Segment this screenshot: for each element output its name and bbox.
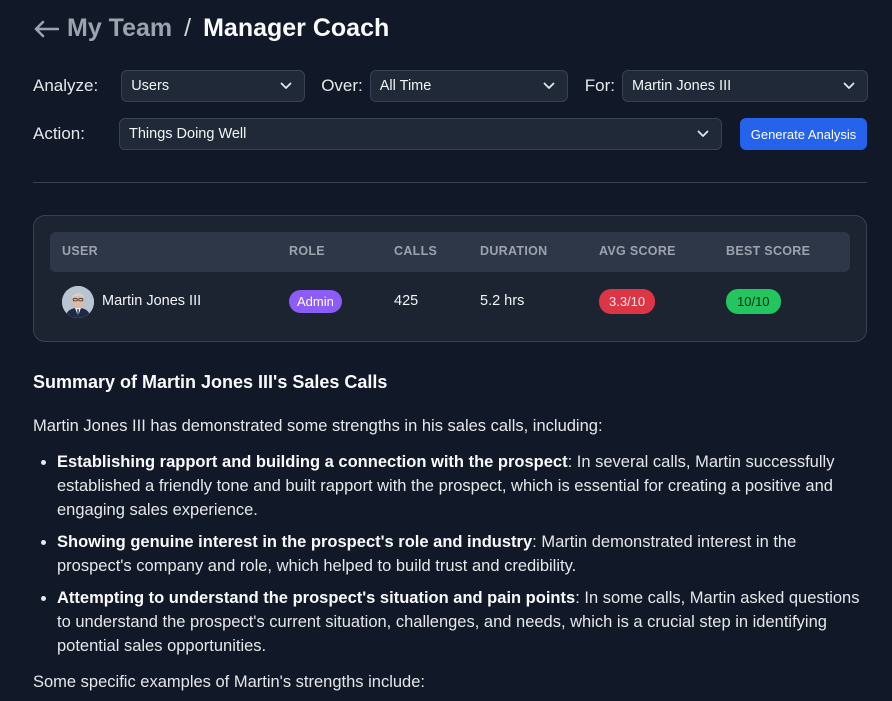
- chevron-down-icon: [843, 82, 855, 89]
- chevron-down-icon: [697, 130, 709, 137]
- summary-intro: Martin Jones III has demonstrated some s…: [33, 417, 603, 435]
- for-select-value: Martin Jones III: [632, 78, 732, 94]
- table-row[interactable]: Martin Jones III Admin 425 5.2 hrs 3.3/1…: [50, 282, 850, 322]
- role-badge: Admin: [289, 290, 342, 313]
- action-row: Action: Things Doing Well: [33, 118, 722, 150]
- avg-score-badge: 3.3/10: [599, 289, 656, 314]
- column-header-role: ROLE: [289, 244, 325, 258]
- for-select[interactable]: Martin Jones III: [622, 70, 868, 102]
- summary-outro: Some specific examples of Martin's stren…: [33, 673, 425, 691]
- action-label: Action:: [33, 124, 85, 143]
- action-select-value: Things Doing Well: [128, 126, 247, 142]
- list-item: Attempting to understand the prospect's …: [57, 586, 867, 658]
- duration-value: 5.2 hrs: [480, 293, 525, 309]
- column-header-user: USER: [62, 244, 98, 258]
- page-title: Manager Coach: [203, 14, 390, 42]
- column-header-calls: CALLS: [394, 244, 438, 258]
- analyze-select-value: Users: [131, 78, 170, 94]
- analyze-select[interactable]: Users: [121, 70, 306, 102]
- user-name: Martin Jones III: [102, 293, 202, 309]
- generate-analysis-button[interactable]: Generate Analysis: [740, 118, 867, 150]
- list-item: Showing genuine interest in the prospect…: [57, 530, 867, 578]
- action-select[interactable]: Things Doing Well: [118, 118, 722, 150]
- list-item-title: Showing genuine interest in the prospect…: [57, 533, 533, 551]
- summary-heading: Summary of Martin Jones III's Sales Call…: [33, 372, 388, 392]
- page-header: My Team / Manager Coach: [33, 14, 389, 43]
- column-header-duration: DURATION: [480, 244, 548, 258]
- chevron-down-icon: [280, 82, 292, 89]
- list-item: Establishing rapport and building a conn…: [57, 450, 867, 522]
- filter-row: Analyze: Users Over: All Time For: Marti…: [33, 70, 868, 102]
- table-header: USER ROLE CALLS DURATION AVG SCORE BEST …: [50, 232, 850, 272]
- strengths-list: Establishing rapport and building a conn…: [57, 450, 867, 658]
- over-select[interactable]: All Time: [369, 70, 568, 102]
- best-score-badge: 10/10: [726, 289, 781, 314]
- over-label: Over:: [321, 76, 363, 95]
- column-header-avg-score: AVG SCORE: [599, 244, 676, 258]
- column-header-best-score: BEST SCORE: [726, 244, 811, 258]
- avatar: [62, 286, 94, 318]
- for-label: For:: [584, 76, 615, 95]
- chevron-down-icon: [543, 82, 555, 89]
- calls-count: 425: [394, 293, 419, 309]
- over-select-value: All Time: [379, 78, 432, 94]
- divider: [33, 182, 867, 183]
- analyze-label: Analyze:: [33, 76, 99, 95]
- user-stats-card: USER ROLE CALLS DURATION AVG SCORE BEST …: [33, 215, 867, 342]
- list-item-title: Attempting to understand the prospect's …: [57, 589, 576, 607]
- list-item-title: Establishing rapport and building a conn…: [57, 453, 568, 471]
- back-link[interactable]: My Team: [33, 14, 172, 43]
- arrow-left-icon: [34, 20, 59, 37]
- back-link-label: My Team: [67, 14, 173, 42]
- breadcrumb-separator: /: [184, 14, 192, 42]
- analysis-summary: Summary of Martin Jones III's Sales Call…: [33, 372, 867, 694]
